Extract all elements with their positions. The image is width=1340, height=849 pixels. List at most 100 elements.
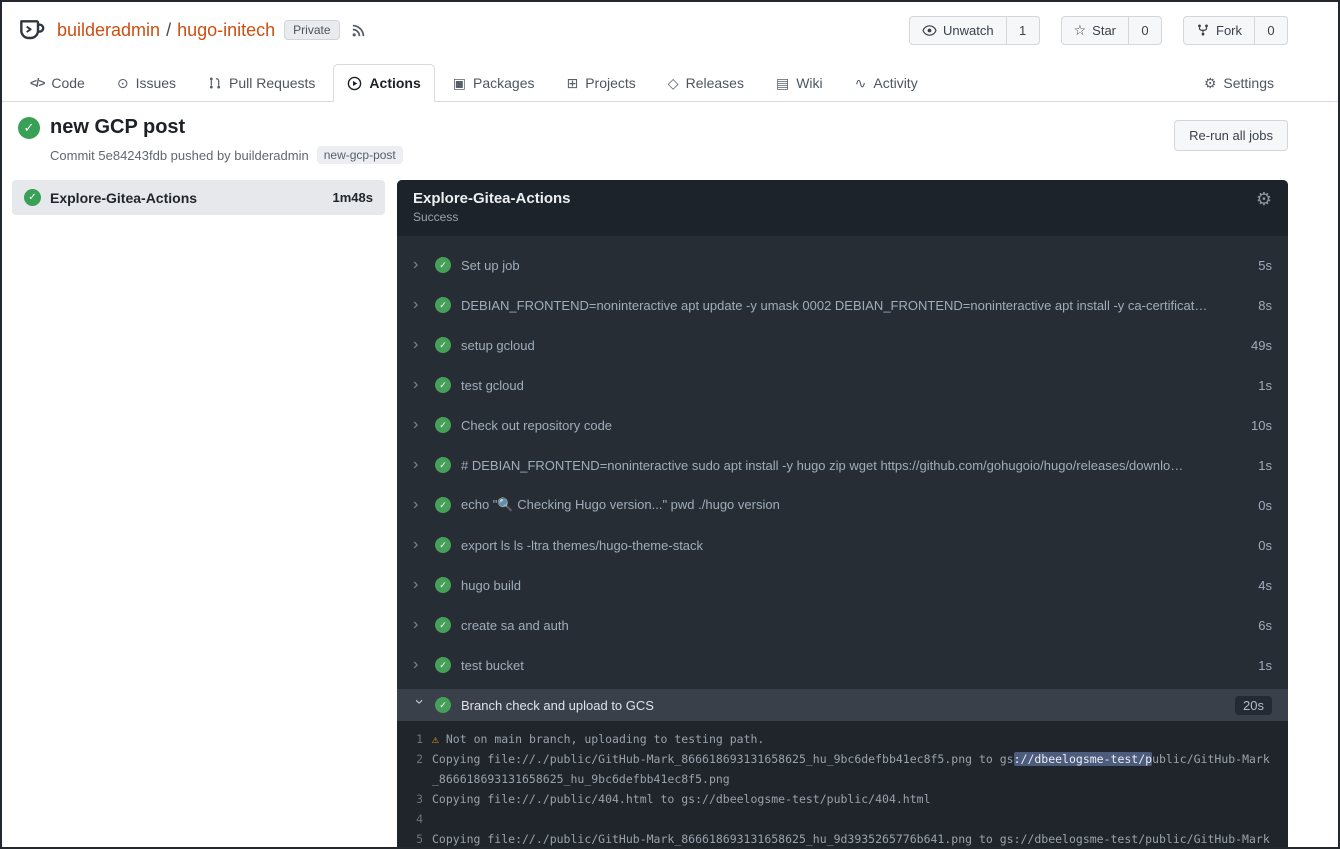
unwatch-button[interactable]: Unwatch (909, 16, 1007, 45)
step-duration: 49s (1251, 338, 1272, 353)
step-row-expanded[interactable]: › ✓ Branch check and upload to GCS 20s (397, 689, 1288, 721)
chevron-right-icon: › (413, 537, 425, 553)
tab-settings[interactable]: ⚙ Settings (1190, 64, 1288, 101)
settings-icon: ⚙ (1204, 76, 1217, 90)
forks-count[interactable]: 0 (1254, 16, 1288, 45)
step-name: setup gcloud (461, 338, 1241, 353)
step-row[interactable]: › ✓ test bucket 1s (397, 645, 1288, 685)
step-row[interactable]: › ✓ Check out repository code 10s (397, 405, 1288, 445)
star-label: Star (1092, 23, 1116, 38)
chevron-right-icon: › (413, 337, 425, 353)
log-text: ⚠ Not on main branch, uploading to testi… (432, 729, 1276, 749)
fork-button[interactable]: Fork (1183, 16, 1255, 45)
step-row[interactable]: › ✓ echo "🔍 Checking Hugo version..." pw… (397, 485, 1288, 525)
fork-label: Fork (1216, 23, 1242, 38)
star-button-group: ☆ Star 0 (1061, 16, 1162, 45)
job-success-icon: ✓ (24, 189, 41, 206)
log-line-number: 4 (405, 809, 423, 829)
step-name: Check out repository code (461, 418, 1241, 433)
rerun-all-jobs-button[interactable]: Re-run all jobs (1174, 120, 1288, 151)
log-line: 1 ⚠ Not on main branch, uploading to tes… (405, 729, 1276, 749)
step-name: create sa and auth (461, 618, 1248, 633)
step-name: echo "🔍 Checking Hugo version..." pwd ./… (461, 497, 1248, 513)
breadcrumb: builderadmin / hugo-initech (57, 20, 275, 41)
tag-icon: ◇ (668, 76, 679, 90)
job-status: Success (413, 210, 571, 224)
step-row[interactable]: › ✓ export ls ls -ltra themes/hugo-theme… (397, 525, 1288, 565)
chevron-right-icon: › (413, 617, 425, 633)
step-row[interactable]: › ✓ setup gcloud 49s (397, 325, 1288, 365)
log-text (432, 809, 1276, 829)
step-name: export ls ls -ltra themes/hugo-theme-sta… (461, 538, 1248, 553)
warning-icon: ⚠ (432, 732, 439, 746)
tab-label: Pull Requests (229, 75, 315, 91)
stars-count[interactable]: 0 (1128, 16, 1162, 45)
tab-packages[interactable]: ▣ Packages (439, 64, 549, 101)
job-list-item[interactable]: ✓ Explore-Gitea-Actions 1m48s (12, 180, 385, 215)
run-content: ✓ Explore-Gitea-Actions 1m48s Explore-Gi… (2, 178, 1338, 849)
commit-text: Commit 5e84243fdb pushed by builderadmin (50, 148, 309, 163)
branch-badge[interactable]: new-gcp-post (317, 146, 403, 164)
step-row[interactable]: › ✓ hugo build 4s (397, 565, 1288, 605)
run-meta: Commit 5e84243fdb pushed by builderadmin… (50, 146, 1174, 164)
tab-pull-requests[interactable]: Pull Requests (194, 64, 329, 101)
step-name: Set up job (461, 258, 1248, 273)
tab-actions[interactable]: Actions (333, 64, 434, 102)
tab-activity[interactable]: ∿ Activity (841, 64, 932, 101)
tab-label: Wiki (796, 75, 822, 91)
log-text: Copying file://./public/GitHub-Mark_8666… (432, 829, 1276, 849)
issues-icon: ⊙ (117, 76, 129, 90)
step-duration: 8s (1258, 298, 1272, 313)
tab-wiki[interactable]: ▤ Wiki (762, 64, 837, 101)
job-log-panel: Explore-Gitea-Actions Success ⚙ › ✓ Set … (397, 180, 1288, 849)
step-success-icon: ✓ (435, 297, 451, 313)
step-duration: 1s (1258, 378, 1272, 393)
visibility-badge: Private (284, 20, 339, 40)
tab-issues[interactable]: ⊙ Issues (103, 64, 190, 101)
tab-releases[interactable]: ◇ Releases (654, 64, 758, 101)
run-header: ✓ new GCP post Commit 5e84243fdb pushed … (2, 102, 1338, 178)
step-row[interactable]: › ✓ test gcloud 1s (397, 365, 1288, 405)
step-duration: 10s (1251, 418, 1272, 433)
run-header-left: ✓ new GCP post Commit 5e84243fdb pushed … (18, 116, 1174, 164)
log-line-number: 3 (405, 789, 423, 809)
step-duration: 1s (1258, 658, 1272, 673)
step-duration: 5s (1258, 258, 1272, 273)
log-text: Copying file://./public/GitHub-Mark_8666… (432, 749, 1276, 789)
breadcrumb-separator: / (166, 20, 171, 41)
log-message: Copying file://./public/GitHub-Mark_8666… (432, 752, 1014, 766)
projects-icon: ⊞ (566, 76, 578, 90)
step-row[interactable]: › ✓ # DEBIAN_FRONTEND=noninteractive sud… (397, 445, 1288, 485)
step-name: test bucket (461, 658, 1248, 673)
repo-header: builderadmin / hugo-initech Private Unwa… (2, 2, 1338, 58)
tab-code[interactable]: </> Code (16, 64, 99, 101)
step-row[interactable]: › ✓ DEBIAN_FRONTEND=noninteractive apt u… (397, 285, 1288, 325)
step-duration: 20s (1235, 696, 1272, 715)
gear-icon[interactable]: ⚙ (1256, 190, 1272, 208)
star-button[interactable]: ☆ Star (1061, 16, 1129, 45)
chevron-right-icon: › (413, 577, 425, 593)
log-line: 4 (405, 809, 1276, 829)
step-row[interactable]: › ✓ Set up job 5s (397, 245, 1288, 285)
eye-icon (922, 23, 937, 38)
chevron-right-icon: › (413, 657, 425, 673)
job-panel-titles: Explore-Gitea-Actions Success (413, 190, 571, 224)
step-success-icon: ✓ (435, 417, 451, 433)
repo-name-link[interactable]: hugo-initech (177, 20, 275, 41)
step-row[interactable]: › ✓ create sa and auth 6s (397, 605, 1288, 645)
chevron-right-icon: › (413, 297, 425, 313)
step-duration: 4s (1258, 578, 1272, 593)
tab-projects[interactable]: ⊞ Projects (552, 64, 649, 101)
watchers-count[interactable]: 1 (1006, 16, 1040, 45)
log-line: 3 Copying file://./public/404.html to gs… (405, 789, 1276, 809)
selected-text: ://dbeelogsme-test/p (1014, 752, 1152, 766)
chevron-right-icon: › (413, 257, 425, 273)
jobs-sidebar: ✓ Explore-Gitea-Actions 1m48s (12, 180, 385, 215)
tab-label: Releases (686, 75, 744, 91)
rss-icon[interactable] (351, 23, 366, 38)
tab-label: Settings (1223, 75, 1274, 91)
repo-owner-link[interactable]: builderadmin (57, 20, 160, 41)
job-duration: 1m48s (333, 190, 373, 205)
watch-button-group: Unwatch 1 (909, 16, 1040, 45)
unwatch-label: Unwatch (943, 23, 994, 38)
